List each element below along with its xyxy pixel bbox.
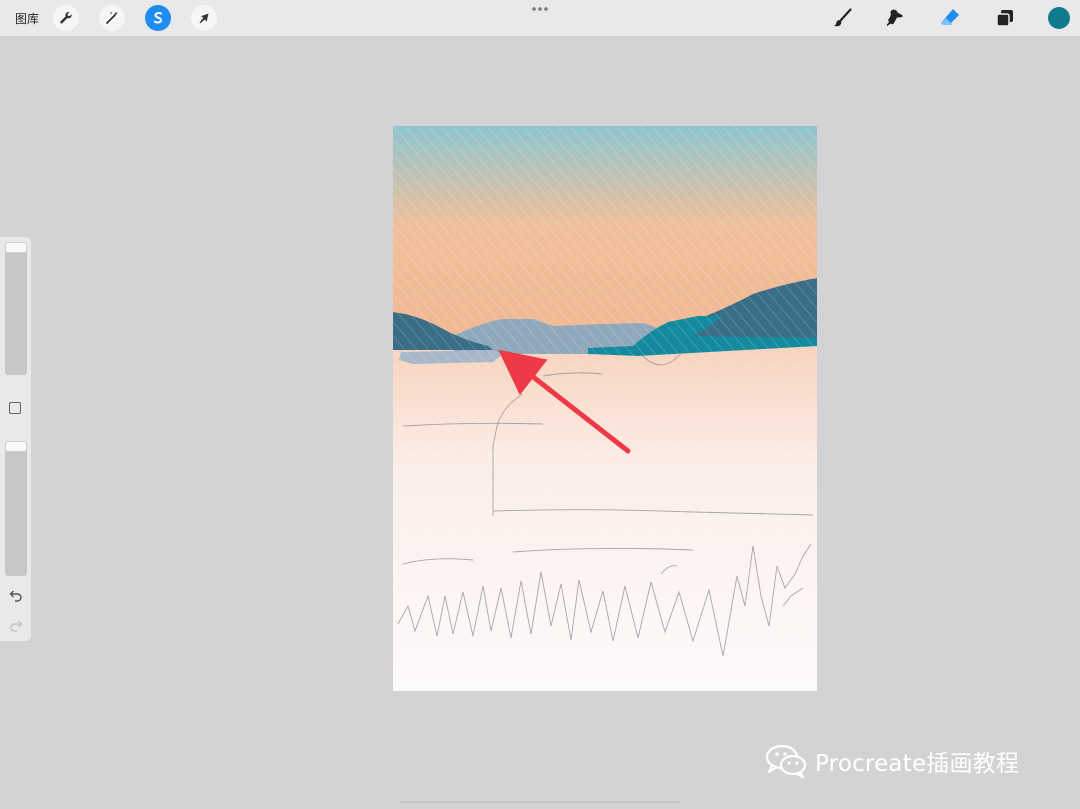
wechat-icon	[765, 744, 807, 779]
paint-button[interactable]	[830, 5, 856, 31]
color-button[interactable]	[1046, 5, 1072, 31]
redo-icon[interactable]	[8, 617, 24, 633]
top-toolbar: 图库	[0, 0, 1080, 37]
sidebar	[0, 237, 31, 641]
actions-button[interactable]	[53, 5, 80, 31]
more-options-icon[interactable]	[530, 6, 550, 12]
opacity-thumb[interactable]	[5, 441, 27, 452]
transform-arrow-icon	[199, 13, 209, 24]
eraser-icon	[941, 9, 959, 25]
gallery-button[interactable]: 图库	[15, 10, 39, 27]
brush-size-slider[interactable]	[5, 242, 27, 375]
drawing-canvas[interactable]	[393, 126, 817, 691]
canvas-artwork	[393, 126, 817, 691]
selection-icon	[153, 12, 163, 24]
smudge-icon	[886, 9, 903, 26]
smudge-button[interactable]	[882, 5, 908, 31]
adjustments-button[interactable]	[99, 5, 126, 31]
erase-button[interactable]	[937, 5, 963, 31]
modify-button[interactable]	[9, 402, 21, 414]
home-indicator	[400, 801, 680, 803]
color-icon	[1048, 7, 1070, 29]
watermark-text: Procreate插画教程	[815, 751, 1020, 777]
brush-size-thumb[interactable]	[5, 242, 27, 253]
layers-icon	[996, 10, 1013, 27]
opacity-slider[interactable]	[5, 441, 27, 576]
undo-icon[interactable]	[8, 587, 24, 603]
transform-button[interactable]	[191, 5, 218, 31]
magic-wand-icon	[106, 11, 118, 24]
watermark: Procreate插画教程	[765, 743, 1019, 779]
striped-overlay	[393, 126, 817, 691]
top-left-tools: 图库	[15, 0, 237, 36]
brush-icon	[834, 8, 852, 27]
selection-button[interactable]	[145, 5, 172, 31]
wrench-icon	[60, 12, 72, 24]
layers-button[interactable]	[992, 5, 1018, 31]
